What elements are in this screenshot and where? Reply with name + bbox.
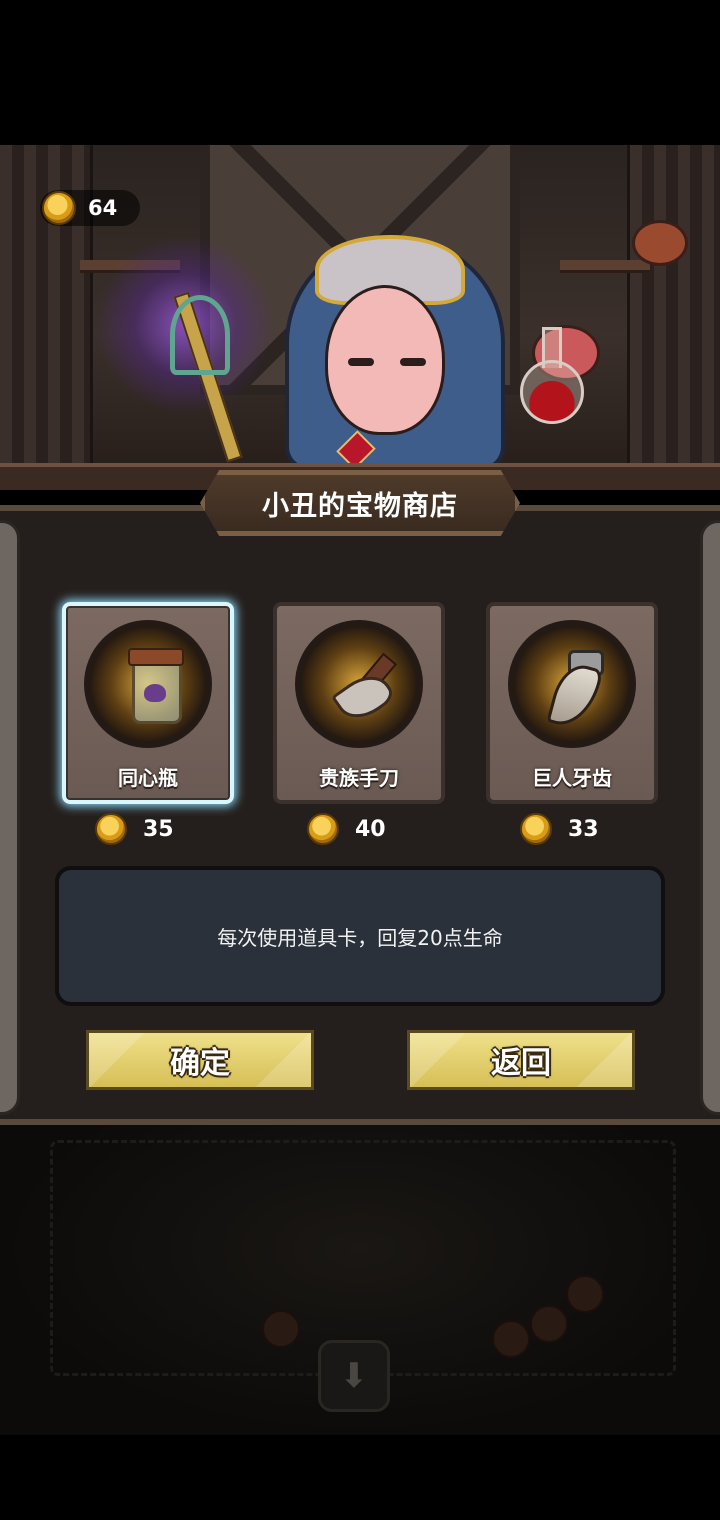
- confirm-button-label: 确定: [170, 1046, 230, 1081]
- item-description-box: 每次使用道具卡，回复20点生命: [55, 866, 665, 1006]
- panel-ornament-left: [0, 520, 20, 1115]
- item-icon-frame: [295, 620, 423, 748]
- jester-eye-right: [400, 358, 426, 366]
- back-button[interactable]: 返回: [407, 1030, 635, 1090]
- coin-count: 64: [88, 196, 118, 220]
- staff-head-icon: [170, 295, 230, 375]
- item-name: 同心瓶: [118, 766, 178, 790]
- item-icon-frame: [84, 620, 212, 748]
- price-value: 40: [355, 817, 386, 842]
- jester-face: [325, 285, 445, 435]
- shop-title: 小丑的宝物商店: [262, 490, 458, 522]
- item-name: 贵族手刀: [319, 766, 399, 790]
- coin-icon: [307, 813, 339, 845]
- price-value: 33: [568, 817, 599, 842]
- flask-icon: [520, 360, 584, 424]
- item-card-fang[interactable]: 巨人牙齿: [486, 602, 658, 804]
- price-value: 35: [143, 817, 174, 842]
- coin-icon: [520, 813, 552, 845]
- item-price-jar: 35: [95, 813, 215, 847]
- item-name: 巨人牙齿: [532, 766, 612, 790]
- jester-shopkeeper: [285, 235, 505, 470]
- dim-token-icon: [492, 1320, 530, 1358]
- jester-eye-left: [348, 358, 374, 366]
- coin-counter: 64: [40, 190, 140, 226]
- jar-lid: [128, 648, 184, 666]
- down-arrow-icon: ⬇: [318, 1340, 390, 1412]
- coin-icon: [42, 191, 76, 225]
- fang-icon: [546, 659, 604, 733]
- dim-token-icon: [530, 1305, 568, 1343]
- item-description: 每次使用道具卡，回复20点生命: [217, 925, 503, 950]
- item-price-knife: 40: [307, 813, 427, 847]
- heart-icon: [144, 684, 166, 702]
- item-icon-frame: [508, 620, 636, 748]
- item-card-jar[interactable]: 同心瓶: [62, 602, 234, 804]
- curtain-right: [627, 145, 720, 490]
- panel-ornament-right: [700, 520, 720, 1115]
- confirm-button[interactable]: 确定: [86, 1030, 314, 1090]
- dim-token-icon: [566, 1275, 604, 1313]
- meat-bone-icon: [632, 220, 688, 266]
- item-price-fang: 33: [520, 813, 640, 847]
- shelf-right: [560, 260, 650, 273]
- coin-icon: [95, 813, 127, 845]
- item-card-knife[interactable]: 贵族手刀: [273, 602, 445, 804]
- shop-title-banner: 小丑的宝物商店: [200, 470, 520, 536]
- back-button-label: 返回: [491, 1046, 551, 1081]
- dim-token-icon: [262, 1310, 300, 1348]
